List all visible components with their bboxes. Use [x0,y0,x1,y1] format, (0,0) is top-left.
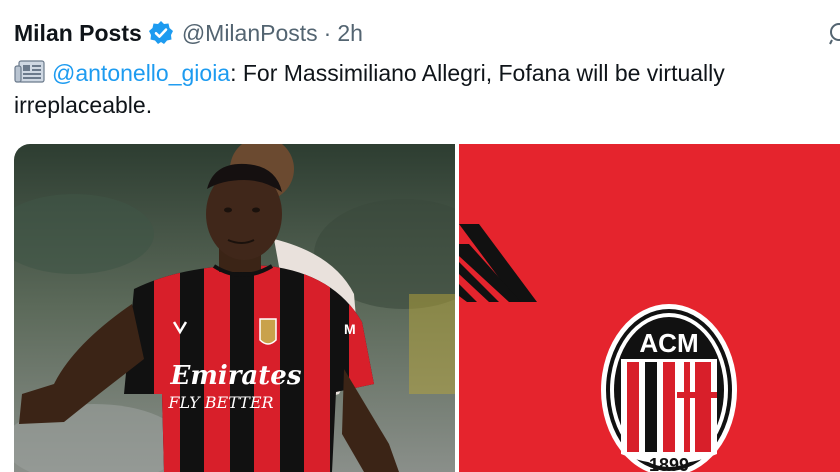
svg-text:M: M [344,321,356,337]
tweet-header: Milan Posts @MilanPosts · 2h [14,18,363,48]
mention-link[interactable]: @antonello_gioia [52,60,230,86]
ac-milan-crest-icon: ACM 1899 [601,304,737,472]
more-icon[interactable] [826,20,840,46]
player-photo[interactable]: Emirates FLY BETTER M [14,144,455,472]
handle[interactable]: @MilanPosts [182,20,318,47]
newspaper-icon [14,60,46,84]
ac-milan-logo-panel[interactable]: ACM 1899 [459,144,840,472]
logo-text-top: ACM [639,328,698,358]
verified-badge-icon [148,20,174,46]
display-name[interactable]: Milan Posts [14,20,142,47]
shirt-sponsor-line1: Emirates [170,361,302,391]
timestamp[interactable]: 2h [337,20,363,47]
logo-text-year: 1899 [649,455,689,472]
shirt-sponsor-line2: FLY BETTER [167,393,273,412]
tweet-text: @antonello_gioia: For Massimiliano Alleg… [14,57,830,121]
media-grid[interactable]: Emirates FLY BETTER M ACM 1899 [14,144,840,472]
separator-dot: · [323,19,332,46]
